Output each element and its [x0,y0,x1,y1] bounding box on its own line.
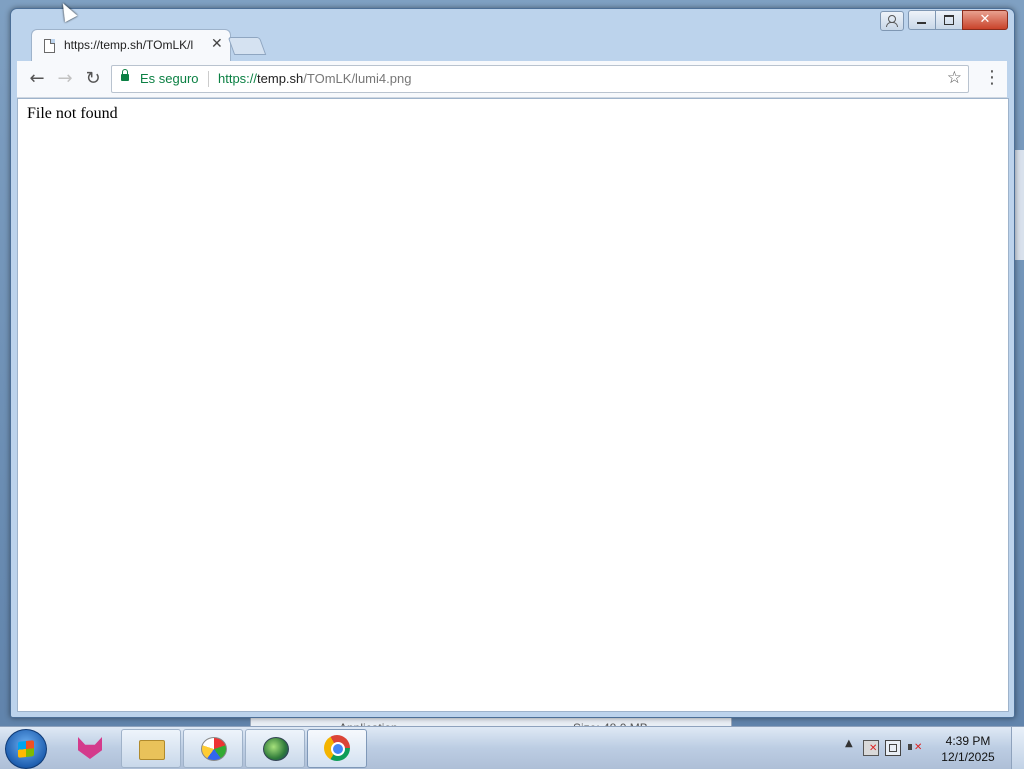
page-message: File not found [27,105,118,122]
bookmark-star-icon[interactable]: ☆ [947,68,962,88]
window-controls: ✕ [908,10,1008,30]
browser-window: https://temp.sh/TOmLK/l ✕ ✕ ← → ↻ Es seg… [10,8,1015,718]
browser-toolbar: ← → ↻ Es seguro https://temp.sh/TOmLK/lu… [17,61,1007,98]
start-button[interactable] [5,729,47,769]
taskbar-item-fox[interactable] [60,729,120,768]
app-fox-icon [78,737,102,759]
show-desktop-button[interactable] [1011,727,1024,769]
minimize-button[interactable] [908,10,936,30]
taskbar-item-explorer[interactable] [121,729,181,768]
taskbar: ▲ 4:39 PM 12/1/2025 [0,726,1024,769]
file-explorer-icon [139,740,165,760]
url-host: temp.sh [257,71,304,86]
clock-time: 4:39 PM [945,734,991,748]
network-icon[interactable] [885,740,901,756]
profile-icon[interactable] [880,11,904,31]
secure-label[interactable]: Es seguro [140,71,199,86]
forward-button[interactable]: → [53,67,77,91]
paint-icon [201,737,227,761]
action-center-flag-icon[interactable] [863,740,879,756]
reload-button[interactable]: ↻ [81,67,105,91]
page-icon [44,39,55,53]
url-scheme: https:// [218,71,258,86]
menu-icon[interactable]: ⋮ [983,67,1001,91]
system-tray: ▲ 4:39 PM 12/1/2025 [839,727,1024,769]
clock[interactable]: 4:39 PM 12/1/2025 [935,733,1001,765]
url-path: /TOmLK/lumi4.png [303,71,412,86]
close-window-button[interactable]: ✕ [962,10,1008,30]
back-button[interactable]: ← [25,67,49,91]
title-bar[interactable]: https://temp.sh/TOmLK/l ✕ ✕ [11,9,1014,62]
globe-app-icon [263,737,289,761]
url-text[interactable]: https://temp.sh/TOmLK/lumi4.png [218,71,411,86]
address-bar[interactable]: Es seguro https://temp.sh/TOmLK/lumi4.pn… [111,65,969,93]
tab-close-icon[interactable]: ✕ [211,36,223,52]
tray-expand-icon[interactable]: ▲ [845,738,853,749]
taskbar-item-chrome[interactable] [307,729,367,768]
lock-icon[interactable] [121,69,129,81]
maximize-button[interactable] [935,10,963,30]
chrome-icon [324,735,350,761]
tab-active[interactable]: https://temp.sh/TOmLK/l ✕ [31,29,231,62]
clock-date: 12/1/2025 [941,750,995,764]
taskbar-item-paint[interactable] [183,729,243,768]
page-content: File not found [17,98,1009,712]
taskbar-item-globe[interactable] [245,729,305,768]
volume-muted-icon[interactable] [907,740,922,754]
address-separator [208,71,209,87]
new-tab-button[interactable] [227,37,267,55]
tab-title: https://temp.sh/TOmLK/l [64,38,194,52]
